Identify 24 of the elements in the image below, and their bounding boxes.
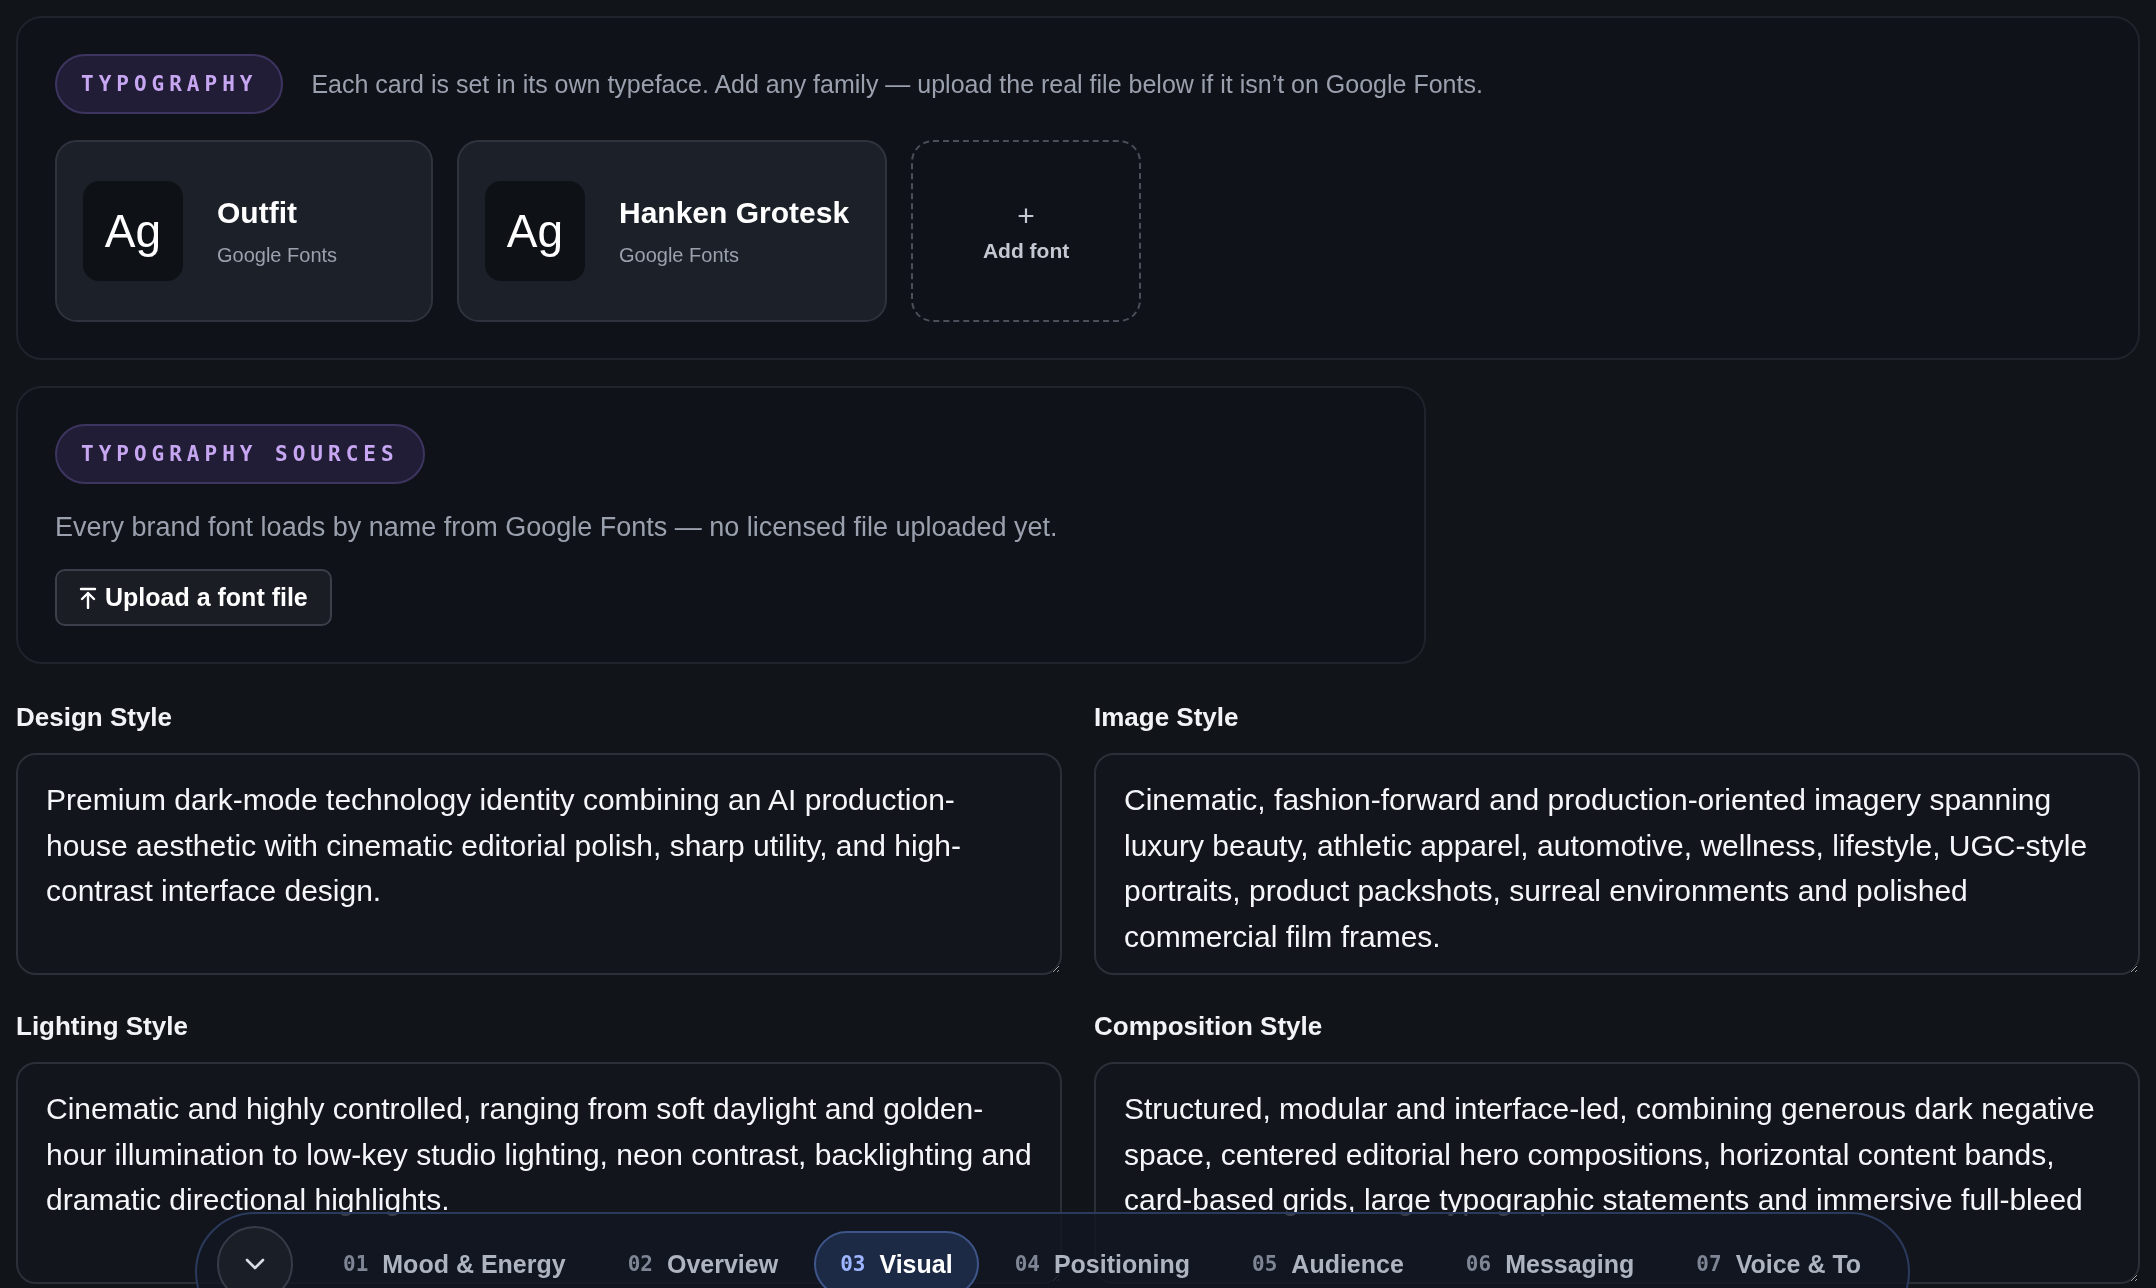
field-label: Design Style: [16, 702, 174, 733]
section-tag: TYPOGRAPHY SOURCES: [55, 424, 425, 484]
font-source: Google Fonts: [619, 243, 741, 267]
add-font-button[interactable]: + Add font: [911, 140, 1142, 322]
field-label: Image Style: [1094, 702, 1240, 733]
font-card[interactable]: Ag Hanken Grotesk Google Fonts: [457, 140, 888, 322]
chevron-down-icon: [244, 1257, 266, 1271]
text-area[interactable]: Premium dark-mode technology identity combining an AI production-house aesthetic with cinematic editorial polish, sharp utility, and high-contrast interface design.: [16, 753, 1062, 975]
field-label: Composition Style: [1094, 1011, 1324, 1042]
font-card[interactable]: Ag Outfit Google Fonts: [55, 140, 433, 322]
field-label: Lighting Style: [16, 1011, 189, 1042]
nav-tab[interactable]: 03 Visual: [814, 1231, 979, 1288]
text-area[interactable]: Cinematic, fashion-forward and production-oriented imagery spanning luxury beauty, athletic apparel, automotive, wellness, lifestyle, UGC-style portraits, product packshots, surreal environments and polished commercial film frames.: [1094, 753, 2140, 975]
section-description: Each card is set in its own typeface. Add any family — upload the real file below if it isn’t on Google Fonts.: [311, 69, 1483, 99]
sources-description: Every brand font loads by name from Google Fonts — no licensed file uploaded yet.: [55, 512, 1059, 543]
font-sample: Ag: [83, 181, 183, 281]
collapse-button[interactable]: [217, 1226, 293, 1288]
section-tag: TYPOGRAPHY: [55, 54, 284, 114]
font-source: Google Fonts: [217, 243, 338, 267]
font-name: Hanken Grotesk: [619, 195, 850, 230]
upload-button[interactable]: Upload a font file: [55, 569, 332, 626]
font-sample: Ag: [485, 181, 585, 281]
upload-icon: [79, 586, 97, 609]
font-name: Outfit: [217, 195, 298, 230]
